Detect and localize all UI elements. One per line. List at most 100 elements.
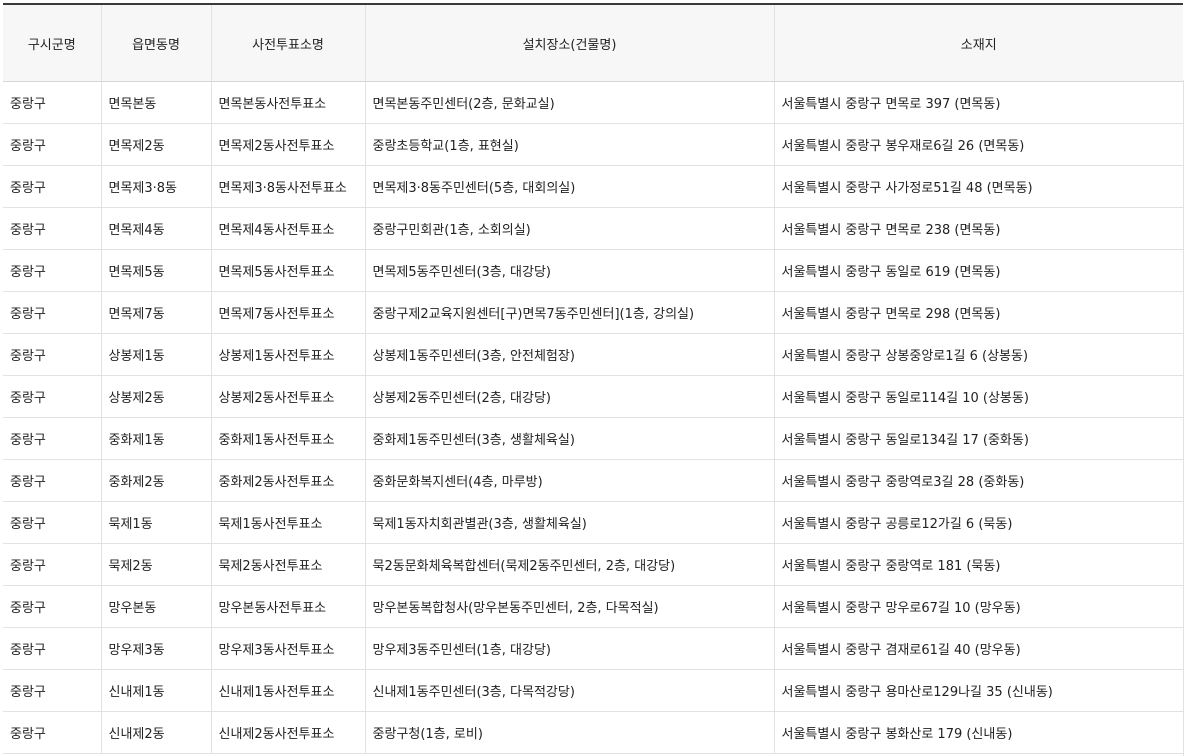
station-name-cell: 망우본동사전투표소 [210, 585, 365, 628]
dong-cell: 면목제7동 [100, 291, 211, 334]
station-name-cell: 중화제2동사전투표소 [210, 459, 365, 502]
address-cell: 서울특별시 중랑구 상봉중앙로1길 6 (상봉동) [773, 333, 1183, 376]
location-cell: 면목제5동주민센터(3층, 대강당) [364, 249, 774, 292]
header-location: 설치장소(건물명) [364, 4, 774, 82]
dong-cell: 면목제3·8동 [100, 165, 211, 208]
station-name-cell: 면목제4동사전투표소 [210, 207, 365, 250]
address-cell: 서울특별시 중랑구 면목로 238 (면목동) [773, 207, 1183, 250]
district-cell: 중랑구 [3, 207, 101, 250]
district-cell: 중랑구 [3, 81, 101, 124]
table-row: 중랑구 중화제1동 중화제1동사전투표소 중화제1동주민센터(3층, 생활체육실) 서울… [3, 417, 1183, 460]
district-cell: 중랑구 [3, 627, 101, 670]
district-cell: 중랑구 [3, 585, 101, 628]
polling-station-table: 구시군명 읍면동명 사전투표소명 설치장소(건물명) 소재지 중랑구 면목본동 면목… [3, 3, 1183, 754]
district-cell: 중랑구 [3, 249, 101, 292]
header-row: 구시군명 읍면동명 사전투표소명 설치장소(건물명) 소재지 [3, 4, 1183, 82]
dong-cell: 신내제1동 [100, 669, 211, 712]
dong-cell: 면목제4동 [100, 207, 211, 250]
station-name-cell: 면목제7동사전투표소 [210, 291, 365, 334]
location-cell: 망우제3동주민센터(1층, 대강당) [364, 627, 774, 670]
header-station-name: 사전투표소명 [210, 4, 365, 82]
dong-cell: 면목본동 [100, 81, 211, 124]
station-name-cell: 신내제2동사전투표소 [210, 711, 365, 754]
dong-cell: 신내제2동 [100, 711, 211, 754]
table-row: 중랑구 묵제2동 묵제2동사전투표소 묵2동문화체육복합센터(묵제2동주민센터, 2층… [3, 543, 1183, 586]
location-cell: 중랑초등학교(1층, 표현실) [364, 123, 774, 166]
location-cell: 중화제1동주민센터(3층, 생활체육실) [364, 417, 774, 460]
dong-cell: 중화제2동 [100, 459, 211, 502]
table-row: 중랑구 중화제2동 중화제2동사전투표소 중화문화복지센터(4층, 마루방) 서울특별시… [3, 459, 1183, 502]
station-name-cell: 신내제1동사전투표소 [210, 669, 365, 712]
location-cell: 묵제1동자치회관별관(3층, 생활체육실) [364, 501, 774, 544]
address-cell: 서울특별시 중랑구 중랑역로3길 28 (중화동) [773, 459, 1183, 502]
station-name-cell: 면목제5동사전투표소 [210, 249, 365, 292]
page: 구시군명 읍면동명 사전투표소명 설치장소(건물명) 소재지 중랑구 면목본동 면목… [0, 0, 1188, 756]
dong-cell: 망우제3동 [100, 627, 211, 670]
address-cell: 서울특별시 중랑구 용마산로129나길 35 (신내동) [773, 669, 1183, 712]
header-address: 소재지 [773, 4, 1183, 82]
address-cell: 서울특별시 중랑구 면목로 397 (면목동) [773, 81, 1183, 124]
table-row: 중랑구 상봉제1동 상봉제1동사전투표소 상봉제1동주민센터(3층, 안전체험장) 서울… [3, 333, 1183, 376]
location-cell: 중랑구민회관(1층, 소회의실) [364, 207, 774, 250]
table-row: 중랑구 신내제1동 신내제1동사전투표소 신내제1동주민센터(3층, 다목적강당) 서울… [3, 669, 1183, 712]
station-name-cell: 면목제2동사전투표소 [210, 123, 365, 166]
table-row: 중랑구 묵제1동 묵제1동사전투표소 묵제1동자치회관별관(3층, 생활체육실) 서울특… [3, 501, 1183, 544]
location-cell: 상봉제1동주민센터(3층, 안전체험장) [364, 333, 774, 376]
address-cell: 서울특별시 중랑구 망우로67길 10 (망우동) [773, 585, 1183, 628]
table-row: 중랑구 면목제3·8동 면목제3·8동사전투표소 면목제3·8동주민센터(5층, 대회… [3, 165, 1183, 208]
location-cell: 망우본동복합청사(망우본동주민센터, 2층, 다목적실) [364, 585, 774, 628]
table-row: 중랑구 상봉제2동 상봉제2동사전투표소 상봉제2동주민센터(2층, 대강당) 서울특별… [3, 375, 1183, 418]
table-row: 중랑구 망우본동 망우본동사전투표소 망우본동복합청사(망우본동주민센터, 2층, 다… [3, 585, 1183, 628]
table-row: 중랑구 신내제2동 신내제2동사전투표소 중랑구청(1층, 로비) 서울특별시 중랑구 … [3, 711, 1183, 754]
address-cell: 서울특별시 중랑구 봉우재로6길 26 (면목동) [773, 123, 1183, 166]
dong-cell: 묵제1동 [100, 501, 211, 544]
dong-cell: 상봉제2동 [100, 375, 211, 418]
address-cell: 서울특별시 중랑구 봉화산로 179 (신내동) [773, 711, 1183, 754]
address-cell: 서울특별시 중랑구 공릉로12가길 6 (묵동) [773, 501, 1183, 544]
location-cell: 면목본동주민센터(2층, 문화교실) [364, 81, 774, 124]
station-name-cell: 면목제3·8동사전투표소 [210, 165, 365, 208]
dong-cell: 면목제2동 [100, 123, 211, 166]
table-row: 중랑구 면목본동 면목본동사전투표소 면목본동주민센터(2층, 문화교실) 서울특별시 … [3, 81, 1183, 124]
district-cell: 중랑구 [3, 417, 101, 460]
location-cell: 중랑구제2교육지원센터[구)면목7동주민센터](1층, 강의실) [364, 291, 774, 334]
district-cell: 중랑구 [3, 333, 101, 376]
location-cell: 중화문화복지센터(4층, 마루방) [364, 459, 774, 502]
dong-cell: 중화제1동 [100, 417, 211, 460]
location-cell: 면목제3·8동주민센터(5층, 대회의실) [364, 165, 774, 208]
address-cell: 서울특별시 중랑구 동일로 619 (면목동) [773, 249, 1183, 292]
station-name-cell: 망우제3동사전투표소 [210, 627, 365, 670]
station-name-cell: 중화제1동사전투표소 [210, 417, 365, 460]
dong-cell: 묵제2동 [100, 543, 211, 586]
location-cell: 상봉제2동주민센터(2층, 대강당) [364, 375, 774, 418]
dong-cell: 면목제5동 [100, 249, 211, 292]
table-row: 중랑구 망우제3동 망우제3동사전투표소 망우제3동주민센터(1층, 대강당) 서울특별… [3, 627, 1183, 670]
table-row: 중랑구 면목제5동 면목제5동사전투표소 면목제5동주민센터(3층, 대강당) 서울특별… [3, 249, 1183, 292]
station-name-cell: 묵제2동사전투표소 [210, 543, 365, 586]
station-name-cell: 상봉제1동사전투표소 [210, 333, 365, 376]
station-name-cell: 면목본동사전투표소 [210, 81, 365, 124]
district-cell: 중랑구 [3, 543, 101, 586]
address-cell: 서울특별시 중랑구 겸재로61길 40 (망우동) [773, 627, 1183, 670]
table-body: 중랑구 면목본동 면목본동사전투표소 면목본동주민센터(2층, 문화교실) 서울특별시 … [3, 81, 1183, 754]
table-row: 중랑구 면목제7동 면목제7동사전투표소 중랑구제2교육지원센터[구)면목7동주민센터… [3, 291, 1183, 334]
dong-cell: 망우본동 [100, 585, 211, 628]
address-cell: 서울특별시 중랑구 동일로134길 17 (중화동) [773, 417, 1183, 460]
station-name-cell: 상봉제2동사전투표소 [210, 375, 365, 418]
table-row: 중랑구 면목제4동 면목제4동사전투표소 중랑구민회관(1층, 소회의실) 서울특별시 … [3, 207, 1183, 250]
location-cell: 중랑구청(1층, 로비) [364, 711, 774, 754]
location-cell: 묵2동문화체육복합센터(묵제2동주민센터, 2층, 대강당) [364, 543, 774, 586]
district-cell: 중랑구 [3, 165, 101, 208]
table-right-border [1183, 80, 1184, 756]
address-cell: 서울특별시 중랑구 중랑역로 181 (묵동) [773, 543, 1183, 586]
table-header: 구시군명 읍면동명 사전투표소명 설치장소(건물명) 소재지 [3, 4, 1183, 82]
district-cell: 중랑구 [3, 501, 101, 544]
dong-cell: 상봉제1동 [100, 333, 211, 376]
header-dong: 읍면동명 [100, 4, 211, 82]
address-cell: 서울특별시 중랑구 사가정로51길 48 (면목동) [773, 165, 1183, 208]
district-cell: 중랑구 [3, 291, 101, 334]
district-cell: 중랑구 [3, 669, 101, 712]
header-district: 구시군명 [3, 4, 101, 82]
address-cell: 서울특별시 중랑구 동일로114길 10 (상봉동) [773, 375, 1183, 418]
district-cell: 중랑구 [3, 123, 101, 166]
